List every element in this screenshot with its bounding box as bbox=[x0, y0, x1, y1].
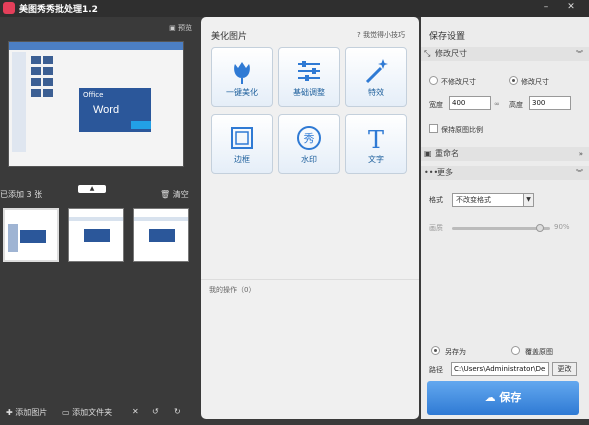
preview-tiles bbox=[31, 56, 55, 100]
plus-icon: ✚ bbox=[6, 408, 13, 417]
preview-sidebar bbox=[12, 52, 26, 152]
thumbnail-3[interactable] bbox=[133, 208, 189, 262]
tulip-icon bbox=[234, 62, 250, 84]
overwrite-label: 覆盖原图 bbox=[525, 348, 553, 356]
tool-watermark[interactable]: 秀 水印 bbox=[278, 114, 340, 174]
preview-label: 预览 bbox=[178, 24, 192, 32]
start-badge bbox=[131, 121, 151, 129]
save-as-label: 另存为 bbox=[445, 348, 466, 356]
chevron-right-icon: » bbox=[578, 150, 583, 158]
rename-section-header[interactable]: ▣ 重命名 » bbox=[421, 147, 589, 161]
path-label: 路径 bbox=[429, 366, 443, 374]
browse-button[interactable]: 更改 bbox=[552, 362, 577, 376]
tool-text[interactable]: T 文字 bbox=[345, 114, 407, 174]
thumbnail-1[interactable] bbox=[3, 208, 59, 262]
add-image-label: 添加图片 bbox=[15, 408, 48, 417]
chevron-down-icon: ︾ bbox=[576, 169, 583, 177]
format-label: 格式 bbox=[429, 196, 443, 204]
width-input[interactable]: 400 bbox=[449, 96, 491, 110]
thumbnail-strip bbox=[0, 203, 200, 273]
delete-icon[interactable]: ✕ bbox=[132, 407, 139, 416]
operations-area: 我的操作（0） bbox=[201, 279, 419, 419]
rotate-left-icon[interactable]: ↺ bbox=[152, 407, 159, 416]
resize-icon: ⤡ bbox=[424, 49, 431, 58]
more-section-header[interactable]: ••• 更多 ︾ bbox=[421, 166, 589, 180]
save-settings-panel: 保存设置 ⤡ 修改尺寸 ︾ 不修改尺寸 修改尺寸 宽度 400 ∞ 高度 300… bbox=[421, 17, 589, 419]
tool-effects[interactable]: 特效 bbox=[345, 47, 407, 107]
left-panel: ▣ 预览 Office Word ▲ 已添加 3 张 🗑 清空 ✚ 添加图片 ▭… bbox=[0, 17, 200, 425]
keep-size-radio[interactable] bbox=[429, 76, 438, 85]
chevron-down-icon: ︾ bbox=[576, 50, 583, 58]
clear-label: 清空 bbox=[172, 190, 189, 199]
keep-size-label: 不修改尺寸 bbox=[441, 78, 476, 86]
preview-button[interactable]: ▣ 预览 bbox=[169, 23, 192, 33]
quality-slider-knob[interactable] bbox=[536, 224, 545, 232]
overwrite-radio[interactable] bbox=[511, 346, 520, 355]
thumbnail-2[interactable] bbox=[68, 208, 124, 262]
add-image-button[interactable]: ✚ 添加图片 bbox=[6, 407, 47, 418]
resize-section-header[interactable]: ⤡ 修改尺寸 ︾ bbox=[421, 47, 589, 61]
watermark-icon: 秀 bbox=[297, 126, 321, 150]
save-button[interactable]: ☁ 保存 bbox=[427, 381, 579, 415]
quality-slider[interactable] bbox=[452, 224, 550, 232]
sliders-icon bbox=[298, 61, 320, 81]
magic-wand-icon bbox=[365, 59, 388, 84]
save-as-radio[interactable] bbox=[431, 346, 440, 355]
quality-value: 90% bbox=[554, 223, 570, 231]
left-toolbar: ✚ 添加图片 ▭ 添加文件夹 ✕ ↺ ↻ bbox=[0, 400, 200, 425]
modify-size-radio[interactable] bbox=[509, 76, 518, 85]
save-label: 保存 bbox=[499, 391, 522, 404]
trash-icon: 🗑 bbox=[160, 190, 171, 199]
image-count: 已添加 3 张 bbox=[0, 190, 43, 199]
minimize-button[interactable]: – bbox=[537, 0, 555, 15]
operations-title: 我的操作（0） bbox=[209, 286, 256, 294]
title-bar: 美图秀秀批处理1.2 – ✕ bbox=[0, 0, 589, 17]
word-label-text: Word bbox=[93, 104, 120, 116]
preview-image: Office Word bbox=[8, 41, 184, 167]
rename-icon: ▣ bbox=[424, 149, 432, 158]
link-icon[interactable]: ∞ bbox=[494, 100, 500, 108]
preview-window-header bbox=[9, 42, 183, 50]
tool-basic-adjust[interactable]: 基础调整 bbox=[278, 47, 340, 107]
word-brand-text: Office bbox=[83, 91, 104, 99]
quality-label: 画质 bbox=[429, 224, 443, 232]
frame-icon bbox=[231, 127, 253, 149]
height-input[interactable]: 300 bbox=[529, 96, 571, 110]
preview-word-splash: Office Word bbox=[79, 88, 151, 132]
save-settings-title: 保存设置 bbox=[429, 32, 466, 42]
dropdown-arrow-icon: ▼ bbox=[523, 194, 533, 206]
format-value: 不改变格式 bbox=[456, 196, 491, 204]
height-label: 高度 bbox=[509, 101, 523, 109]
preview-icon: ▣ bbox=[169, 24, 176, 32]
tool-frame[interactable]: 边框 bbox=[211, 114, 273, 174]
path-input[interactable]: C:\Users\Administrator\De bbox=[451, 362, 549, 376]
edit-title: 美化图片 bbox=[211, 32, 248, 42]
clear-button[interactable]: 🗑 清空 bbox=[160, 189, 189, 200]
modify-size-label: 修改尺寸 bbox=[521, 78, 549, 86]
app-title: 美图秀秀批处理1.2 bbox=[19, 5, 98, 15]
keep-ratio-checkbox[interactable] bbox=[429, 124, 438, 133]
collapse-button[interactable]: ▲ bbox=[78, 185, 106, 193]
cloud-upload-icon: ☁ bbox=[484, 391, 496, 404]
tips-link[interactable]: ? 我觉得小技巧 bbox=[357, 30, 405, 40]
help-icon: ? bbox=[357, 31, 361, 39]
text-icon: T bbox=[368, 126, 384, 153]
edit-panel: 美化图片 ? 我觉得小技巧 一键美化 基础调整 特效 边框 秀 水印 T 文字 … bbox=[201, 17, 419, 419]
app-logo-icon bbox=[3, 2, 15, 14]
format-select[interactable]: 不改变格式 ▼ bbox=[452, 193, 534, 207]
rotate-right-icon[interactable]: ↻ bbox=[174, 407, 181, 416]
add-folder-label: 添加文件夹 bbox=[72, 408, 113, 417]
tool-auto-beautify[interactable]: 一键美化 bbox=[211, 47, 273, 107]
folder-icon: ▭ bbox=[62, 408, 70, 417]
add-folder-button[interactable]: ▭ 添加文件夹 bbox=[62, 407, 112, 418]
close-button[interactable]: ✕ bbox=[562, 0, 580, 15]
svg-text:T: T bbox=[368, 126, 384, 153]
keep-ratio-label: 保持原图比例 bbox=[441, 126, 483, 134]
svg-text:秀: 秀 bbox=[304, 132, 315, 145]
width-label: 宽度 bbox=[429, 101, 443, 109]
tips-label: 我觉得小技巧 bbox=[363, 31, 405, 39]
